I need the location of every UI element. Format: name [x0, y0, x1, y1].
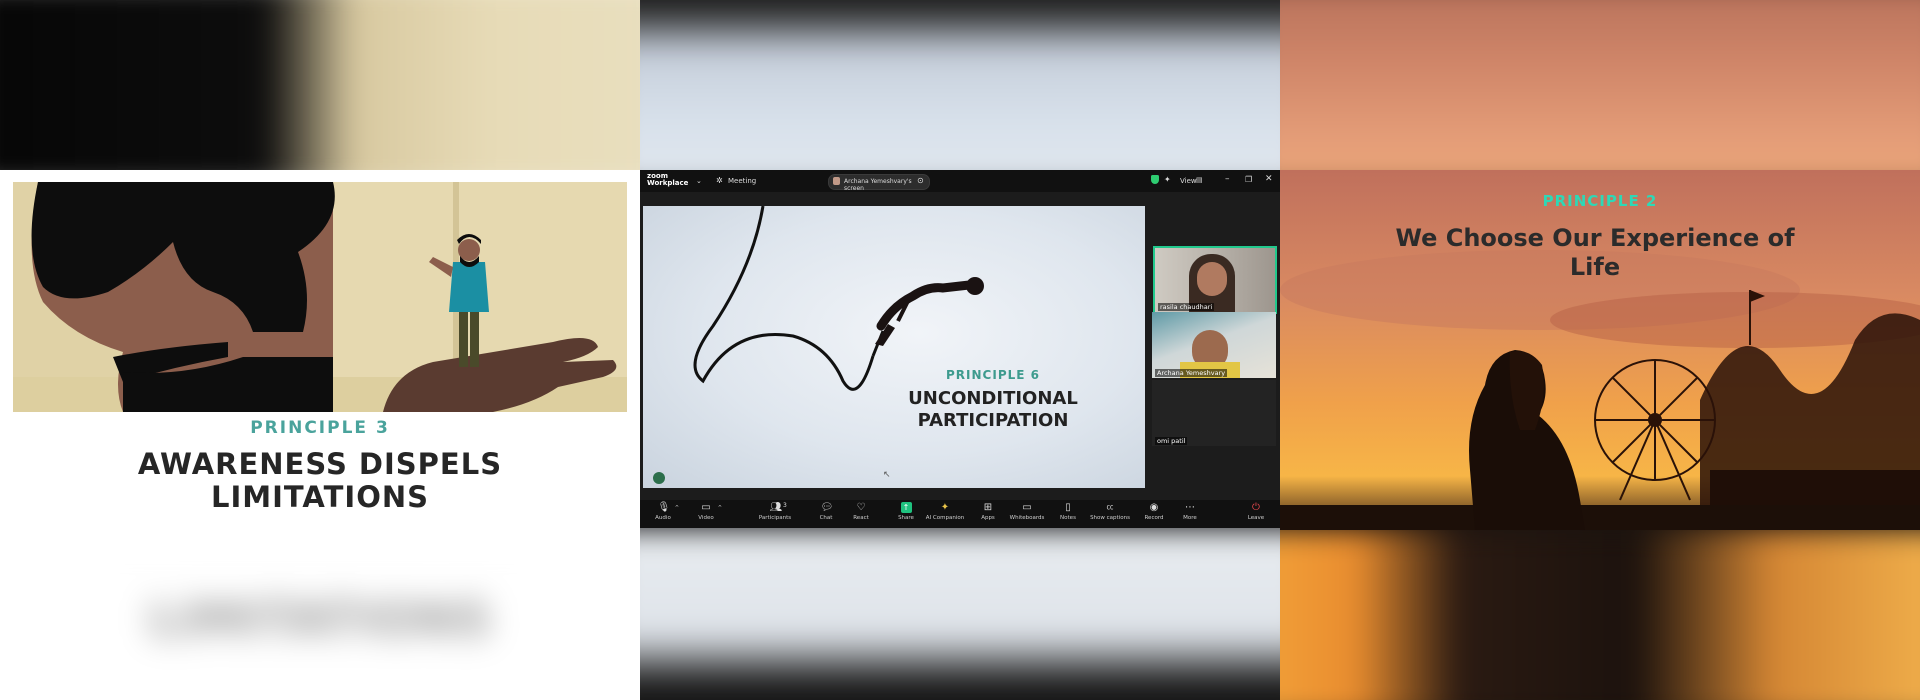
react-label: React [853, 515, 869, 521]
chevron-up-icon[interactable]: ⌃ [674, 504, 680, 512]
participant-name: rasila chaudhari [1158, 303, 1215, 311]
show-captions-button[interactable]: ㏄ Show captions [1088, 502, 1132, 521]
camera-icon: ▭ [701, 502, 711, 513]
cc-icon: ㏄ [1106, 503, 1114, 511]
apps-icon: ⊞ [983, 502, 993, 513]
headline-line-2: Life [1569, 253, 1621, 281]
headline-line-2: PARTICIPATION [917, 410, 1069, 431]
participant-video-tile[interactable]: Archana Yemeshvary [1152, 312, 1276, 378]
leave-button[interactable]: ⏻ Leave [1238, 502, 1274, 521]
ai-icon[interactable]: ✦ [1164, 175, 1171, 184]
headline-line-1: We Choose Our Experience of [1395, 224, 1795, 252]
share-button[interactable]: ↑ Share [888, 502, 924, 521]
right-blurred-background-top [1280, 0, 1920, 190]
left-blurred-background-top [0, 0, 640, 190]
notes-icon: ▯ [1065, 502, 1071, 513]
slide-headline: We Choose Our Experience of Life [1395, 224, 1795, 282]
apps-button[interactable]: ⊞ Apps [970, 502, 1006, 521]
restore-icon[interactable]: ❐ [1245, 175, 1252, 184]
slide-headline: AWARENESS DISPELS LIMITATIONS [0, 448, 640, 514]
close-icon[interactable]: ✕ [1265, 174, 1273, 184]
principle-2-slide: PRINCIPLE 2 We Choose Our Experience of … [1280, 170, 1920, 530]
hand-holding-person-illustration [13, 182, 627, 412]
participants-button[interactable]: 👥︎ 3 Participants [757, 502, 793, 521]
more-button[interactable]: ⋯ More [1172, 502, 1208, 521]
leave-label: Leave [1247, 515, 1265, 521]
right-blurred-background-bottom [1280, 530, 1920, 700]
chat-icon: 💬︎ [820, 502, 834, 513]
more-label: More [1183, 515, 1197, 521]
cursor-icon: ↖ [883, 470, 891, 480]
share-icon: ↑ [900, 502, 912, 513]
participant-video-tile[interactable]: rasila chaudhari [1153, 246, 1277, 314]
left-blurred-background-bottom: LIMITATIONS [0, 540, 640, 700]
whiteboard-icon: ▭ [1022, 502, 1032, 513]
notes-label: Notes [1060, 515, 1076, 521]
audio-label: Audio [655, 515, 671, 521]
headline-line-1: UNCONDITIONAL [908, 388, 1078, 409]
headline-line-1: AWARENESS DISPELS [137, 447, 503, 481]
view-label[interactable]: View [1180, 177, 1197, 185]
principle-label: PRINCIPLE 2 [1542, 192, 1658, 210]
ai-companion-button[interactable]: ✦ AI Companion [922, 502, 968, 521]
sparkle-icon: ✦ [940, 502, 950, 513]
screen-share-indicator[interactable]: Archana Yemeshvary's screen ⊙ [828, 174, 930, 192]
right-panel: PRINCIPLE 2 We Choose Our Experience of … [1280, 0, 1920, 700]
mid-blurred-background-bottom [640, 530, 1280, 700]
avatar [833, 177, 840, 185]
record-icon: ◉ [1149, 502, 1159, 513]
whiteboards-button[interactable]: ▭ Whiteboards [1006, 502, 1048, 521]
zoom-logo: zoom Workplace [647, 173, 688, 187]
gear-icon[interactable]: ✲ [716, 176, 723, 185]
heart-icon: ♡ [856, 502, 866, 513]
headline-line-2: LIMITATIONS [210, 480, 430, 514]
ghost-headline: LIMITATIONS [148, 592, 492, 648]
zoom-logo-line2: Workplace [647, 179, 689, 187]
participant-count: 3 [783, 502, 787, 509]
chat-label: Chat [819, 515, 833, 521]
record-label: Record [1144, 515, 1164, 521]
share-label: Share [898, 515, 914, 521]
zoom-titlebar: zoom Workplace ⌄ ✲ Meeting Archana Yemes… [640, 170, 1280, 192]
meeting-toolbar: 🎙︎ Audio ⌃ ▭ Video ⌃ 👥︎ 3 Participants 💬… [640, 500, 1280, 528]
slide-headline: UNCONDITIONAL PARTICIPATION [903, 388, 1083, 432]
more-options-icon[interactable]: ⊙ [917, 176, 924, 185]
shield-icon[interactable] [1151, 175, 1159, 184]
left-panel: LIMITATIONS PRINCIPLE 3 AWARENESS DISPEL… [0, 0, 640, 700]
participants-label: Participants [758, 515, 792, 521]
ai-companion-label: AI Companion [925, 515, 965, 521]
more-icon: ⋯ [1185, 502, 1195, 513]
record-button[interactable]: ◉ Record [1136, 502, 1172, 521]
participant-name: omi patil [1155, 437, 1188, 445]
apps-label: Apps [981, 515, 995, 521]
mid-blurred-background-top [640, 0, 1280, 190]
chevron-up-icon[interactable]: ⌃ [717, 504, 723, 512]
whiteboards-label: Whiteboards [1009, 515, 1045, 521]
chat-button[interactable]: 💬︎ Chat [808, 502, 844, 521]
participant-name: Archana Yemeshvary [1155, 369, 1228, 377]
principle-label: PRINCIPLE 6 [946, 368, 1040, 382]
react-button[interactable]: ♡ React [843, 502, 879, 521]
participant-video-tile[interactable]: omi patil [1152, 380, 1276, 446]
bungee-jumper-photo [693, 206, 984, 391]
minimize-icon[interactable]: – [1225, 174, 1230, 184]
video-label: Video [698, 515, 714, 521]
meeting-label[interactable]: Meeting [728, 177, 756, 185]
leave-icon: ⏻ [1252, 502, 1260, 513]
mic-icon: 🎙︎ [657, 502, 671, 513]
view-grid-icon[interactable]: ▤ [1196, 176, 1203, 184]
notes-button[interactable]: ▯ Notes [1050, 502, 1086, 521]
chevron-down-icon[interactable]: ⌄ [696, 177, 702, 185]
shared-screen: PRINCIPLE 6 UNCONDITIONAL PARTICIPATION … [643, 206, 1145, 488]
principle-3-slide: PRINCIPLE 3 AWARENESS DISPELS LIMITATION… [0, 170, 640, 528]
principle-label: PRINCIPLE 3 [250, 418, 390, 438]
show-captions-label: Show captions [1090, 515, 1130, 521]
zoom-window: zoom Workplace ⌄ ✲ Meeting Archana Yemes… [640, 170, 1280, 528]
middle-panel: zoom Workplace ⌄ ✲ Meeting Archana Yemes… [640, 0, 1280, 700]
participants-icon: 👥︎ [769, 502, 783, 513]
annotate-icon[interactable] [653, 472, 665, 484]
